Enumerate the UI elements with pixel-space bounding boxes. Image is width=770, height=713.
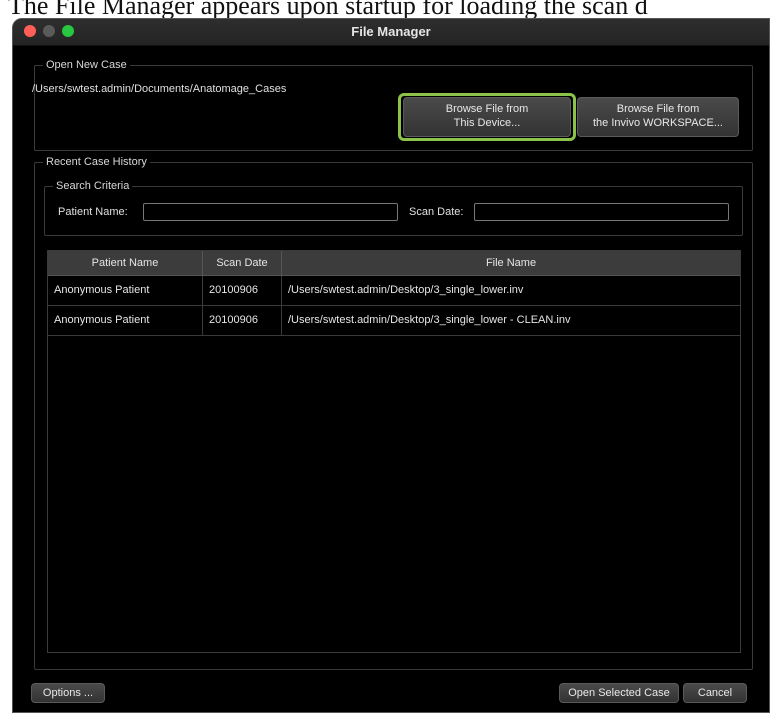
browse-workspace-button[interactable]: Browse File from the Invivo WORKSPACE... [577, 97, 739, 137]
browse-device-line2: This Device... [453, 117, 521, 129]
options-button[interactable]: Options ... [31, 683, 105, 703]
file-manager-window: File Manager Open New Case /Users/swtest… [12, 18, 770, 713]
cell-file-name: /Users/swtest.admin/Desktop/3_single_low… [288, 284, 524, 296]
patient-name-input[interactable] [143, 203, 398, 221]
open-new-case-label: Open New Case [43, 58, 130, 72]
table-header: Patient Name Scan Date File Name [48, 251, 740, 276]
browse-workspace-line1: Browse File from [616, 103, 700, 115]
cell-patient-name: Anonymous Patient [48, 276, 203, 305]
cases-folder-path: /Users/swtest.admin/Documents/Anatomage_… [32, 83, 287, 95]
title-bar: File Manager [13, 19, 769, 46]
window-title: File Manager [351, 24, 431, 39]
column-header-file-name[interactable]: File Name [282, 251, 740, 275]
search-criteria-label: Search Criteria [53, 179, 133, 193]
cell-patient-name: Anonymous Patient [48, 306, 203, 335]
cell-scan-date: 20100906 [203, 276, 282, 305]
column-header-patient-name[interactable]: Patient Name [48, 251, 203, 275]
open-selected-case-button[interactable]: Open Selected Case [559, 683, 679, 703]
scan-date-label: Scan Date: [409, 206, 464, 218]
caption-text: The File Manager appears upon startup fo… [8, 0, 648, 20]
table-row[interactable]: Anonymous Patient 20100906 /Users/swtest… [48, 306, 740, 336]
column-header-scan-date[interactable]: Scan Date [203, 251, 282, 275]
recent-case-history-label: Recent Case History [43, 155, 150, 169]
recent-cases-table: Patient Name Scan Date File Name Anonymo… [47, 250, 741, 653]
cell-scan-date: 20100906 [203, 306, 282, 335]
scan-date-input[interactable] [474, 203, 729, 221]
cell-file-name: /Users/swtest.admin/Desktop/3_single_low… [288, 314, 571, 326]
browse-workspace-line2: the Invivo WORKSPACE... [592, 117, 723, 129]
table-row[interactable]: Anonymous Patient 20100906 /Users/swtest… [48, 276, 740, 306]
patient-name-label: Patient Name: [58, 206, 128, 218]
browse-device-line1: Browse File from [445, 103, 529, 115]
browse-device-button[interactable]: Browse File from This Device... [403, 97, 571, 137]
cancel-button[interactable]: Cancel [683, 683, 747, 703]
